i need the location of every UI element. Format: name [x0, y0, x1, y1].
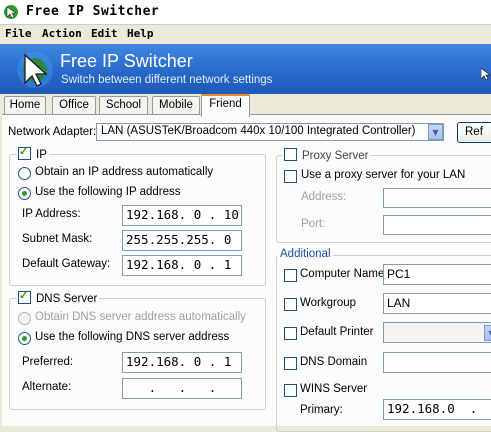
wins-server-label: WINS Server [300, 383, 368, 395]
header-banner: Free IP Switcher Switch between differen… [0, 44, 491, 94]
app-icon [4, 5, 18, 19]
proxy-port-label: Port: [301, 218, 326, 230]
proxy-enable-checkbox[interactable] [284, 148, 297, 161]
ip-auto-label: Obtain an IP address automatically [35, 166, 214, 178]
dns-domain-checkbox[interactable] [284, 357, 297, 370]
additional-group-legend: Additional [278, 248, 333, 260]
ip-auto-radio[interactable] [18, 167, 31, 180]
tab-school[interactable]: School [99, 96, 148, 115]
subnet-mask-label: Subnet Mask: [22, 233, 93, 245]
dns-auto-label: Obtain DNS server address automatically [35, 311, 246, 323]
preferred-dns-input[interactable]: 192.168. 0 . 1 [122, 352, 242, 373]
ip-address-label: IP Address: [22, 208, 81, 220]
dns-auto-radio[interactable] [18, 312, 31, 325]
network-adapter-label: Network Adapter: [8, 126, 97, 138]
default-printer-select[interactable]: ▼ [383, 322, 491, 343]
default-gateway-label: Default Gateway: [22, 258, 111, 270]
menu-edit[interactable]: Edit [91, 27, 118, 40]
dns-group-title: DNS Server [36, 293, 98, 305]
workgroup-label: Workgroup [300, 297, 357, 309]
dns-domain-input[interactable] [383, 352, 491, 373]
dns-domain-label: DNS Domain [300, 356, 368, 368]
dns-group-legend: DNS Server [16, 289, 100, 305]
network-adapter-value: LAN (ASUSTeK/Broadcom 440x 10/100 Integr… [101, 125, 416, 137]
tab-home[interactable]: Home [4, 96, 46, 115]
menu-help[interactable]: Help [127, 27, 154, 40]
proxy-address-input[interactable] [383, 188, 491, 208]
subnet-mask-input[interactable]: 255.255.255. 0 [122, 230, 242, 251]
tab-mobile[interactable]: Mobile [152, 96, 200, 115]
refresh-button[interactable]: Ref [457, 122, 491, 143]
dns-manual-radio[interactable] [18, 332, 31, 345]
computer-name-checkbox[interactable] [284, 269, 297, 282]
ip-manual-radio[interactable] [18, 187, 31, 200]
ip-enable-checkbox[interactable] [18, 145, 31, 160]
tab-office[interactable]: Office [52, 96, 96, 115]
banner-subtitle: Switch between different network setting… [61, 74, 273, 86]
default-printer-label: Default Printer [300, 326, 374, 338]
workgroup-checkbox[interactable] [284, 298, 297, 311]
menu-bar: File Action Edit Help [0, 25, 491, 43]
wins-server-checkbox[interactable] [284, 384, 297, 397]
chevron-down-icon[interactable]: ▼ [428, 124, 443, 140]
alternate-dns-input[interactable]: . . . [122, 378, 242, 399]
ip-group-legend: IP [16, 145, 49, 161]
ip-address-input[interactable]: 192.168. 0 . 10 [122, 205, 242, 226]
network-adapter-select[interactable]: LAN (ASUSTeK/Broadcom 440x 10/100 Integr… [96, 123, 444, 141]
ip-manual-label: Use the following IP address [35, 186, 181, 198]
ip-group-title: IP [36, 149, 47, 161]
default-printer-checkbox[interactable] [284, 327, 297, 340]
alternate-dns-label: Alternate: [22, 381, 72, 393]
chevron-down-icon[interactable]: ▼ [484, 325, 491, 341]
computer-name-input[interactable]: PC1 [383, 264, 491, 285]
tab-friend[interactable]: Friend [201, 94, 250, 117]
proxy-port-input[interactable] [383, 215, 491, 235]
wins-primary-label: Primary: [300, 404, 343, 416]
banner-title: Free IP Switcher [60, 51, 193, 71]
proxy-group-legend: Proxy Server [282, 148, 371, 162]
workgroup-input[interactable]: LAN [383, 293, 491, 314]
wins-primary-input[interactable]: 192.168.0 . 2 [383, 399, 491, 420]
use-proxy-label: Use a proxy server for your LAN [301, 169, 466, 181]
dns-enable-checkbox[interactable] [18, 289, 31, 304]
menu-action[interactable]: Action [42, 27, 82, 40]
cursor-logo-icon [17, 52, 53, 88]
proxy-address-label: Address: [301, 191, 347, 203]
menu-file[interactable]: File [5, 27, 32, 40]
computer-name-label: Computer Name [300, 268, 385, 280]
proxy-group-title: Proxy Server [302, 150, 369, 162]
window-title: Free IP Switcher [26, 4, 160, 19]
corner-logo-icon [481, 68, 491, 80]
default-gateway-input[interactable]: 192.168. 0 . 1 [122, 255, 242, 276]
dns-manual-label: Use the following DNS server address [35, 331, 230, 343]
use-proxy-checkbox[interactable] [284, 170, 297, 183]
title-bar: Free IP Switcher [0, 0, 491, 25]
preferred-dns-label: Preferred: [22, 356, 74, 368]
